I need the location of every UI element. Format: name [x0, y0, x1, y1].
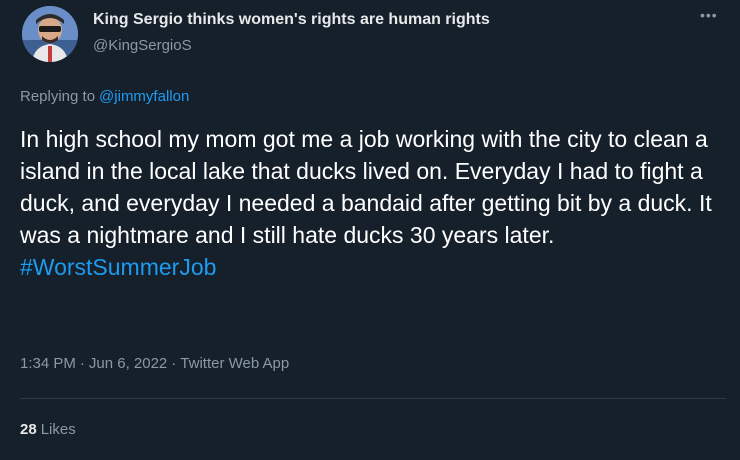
tweet-metadata: 1:34 PM · Jun 6, 2022 · Twitter Web App	[20, 355, 289, 372]
tweet-date[interactable]: Jun 6, 2022	[89, 355, 167, 372]
more-options-button[interactable]: •••	[700, 8, 722, 22]
tweet-body: In high school my mom got me a job worki…	[20, 126, 712, 248]
author-handle[interactable]: @KingSergioS	[93, 37, 192, 54]
ellipsis-icon: •••	[700, 7, 718, 23]
separator: ·	[171, 355, 177, 372]
likes-stat[interactable]: 28 Likes	[20, 421, 76, 438]
hashtag-link[interactable]: #WorstSummerJob	[20, 254, 216, 280]
tweet-text: In high school my mom got me a job worki…	[20, 123, 725, 283]
avatar[interactable]	[22, 6, 78, 62]
likes-count: 28	[20, 421, 37, 438]
divider	[20, 398, 726, 399]
separator: ·	[79, 355, 85, 372]
tweet-time[interactable]: 1:34 PM	[20, 355, 76, 372]
author-display-name[interactable]: King Sergio thinks women's rights are hu…	[93, 11, 490, 29]
profile-photo-icon	[22, 6, 78, 62]
likes-label: Likes	[40, 421, 76, 438]
reply-context: Replying to @jimmyfallon	[20, 88, 189, 105]
reply-prefix: Replying to	[20, 88, 96, 105]
tweet: King Sergio thinks women's rights are hu…	[0, 0, 740, 460]
tweet-source[interactable]: Twitter Web App	[180, 355, 289, 372]
reply-mention-link[interactable]: @jimmyfallon	[99, 88, 189, 105]
